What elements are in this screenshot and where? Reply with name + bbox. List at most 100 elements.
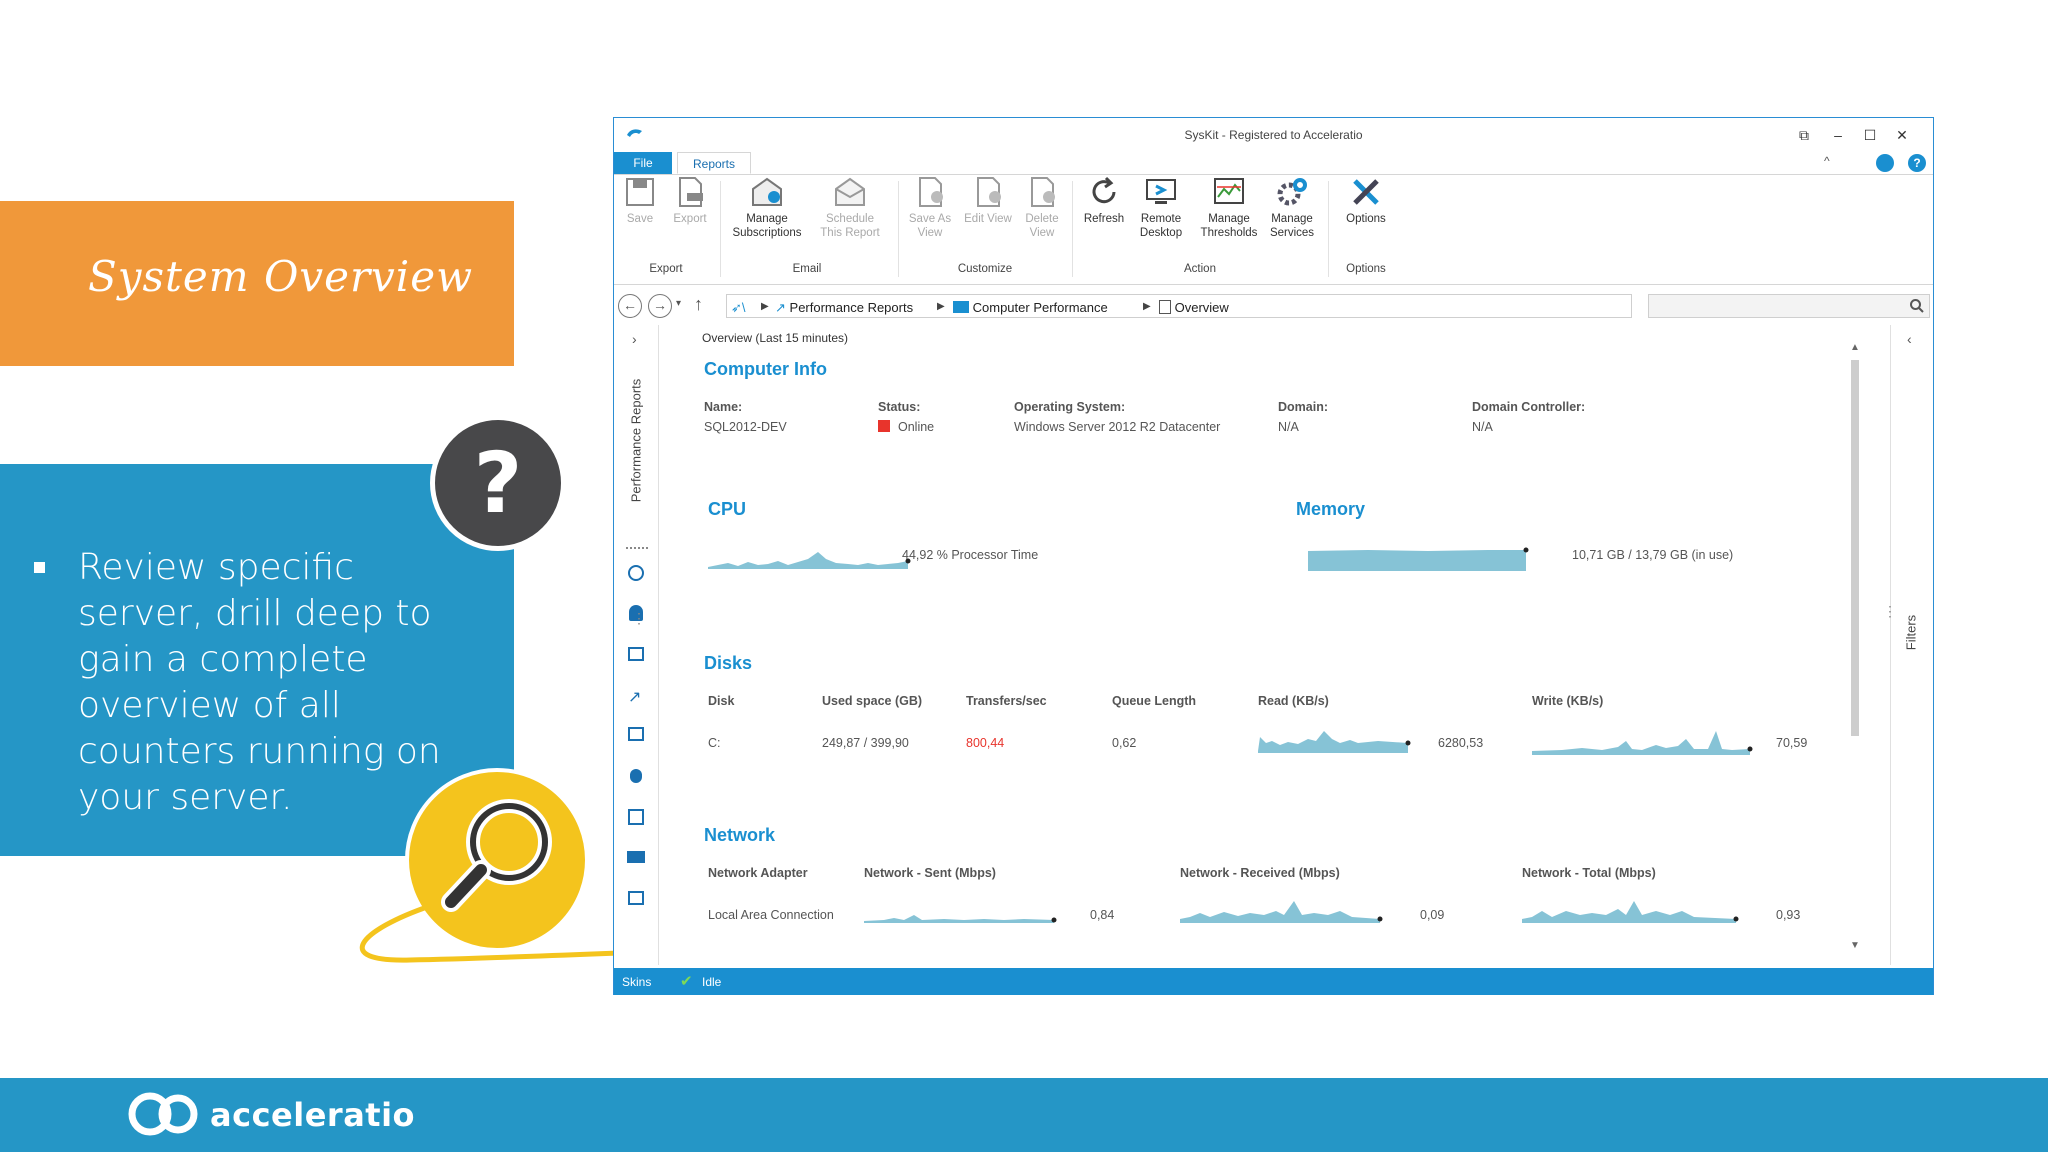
expand-panel-icon[interactable]: › [632,331,637,347]
remote-desktop-button[interactable]: Remote Desktop [1134,175,1188,240]
disk-header-queue: Queue Length [1112,694,1197,708]
restore-layout-icon[interactable]: ⧉ [1794,126,1814,144]
maximize-button[interactable]: ☐ [1860,126,1880,144]
disk-write-sparkline[interactable] [1532,725,1762,755]
window-title: SysKit - Registered to Acceleratio [1184,128,1363,142]
navigation-bar: ← → ▾ ↑ ➶\ ▶ ↗ Performance Reports ▶ Com… [614,289,1933,323]
drive-icon[interactable] [627,851,645,863]
history-dropdown-icon[interactable]: ▾ [676,298,681,309]
title-bar: SysKit - Registered to Acceleratio ⧉ – ☐… [614,118,1933,152]
refresh-icon [1092,176,1116,204]
network-sent-value: 0,84 [1090,908,1115,922]
network-icon[interactable] [628,891,644,905]
schedule-report-button[interactable]: Schedule This Report [814,175,886,240]
breadcrumb-root[interactable]: ➶\ [731,300,746,316]
up-button[interactable]: ↑ [694,294,703,315]
disk-header-read: Read (KB/s) [1258,694,1329,708]
breadcrumb-performance-reports[interactable]: ↗ Performance Reports [775,300,913,316]
edit-icon[interactable] [628,809,644,825]
folder-icon [953,301,969,313]
status-indicator-icon [878,420,890,432]
scroll-up-icon[interactable]: ▲ [1850,342,1860,353]
side-panel-label: Performance Reports [628,378,644,503]
filters-label[interactable]: Filters [1904,593,1919,673]
view-edit-icon [977,177,1001,207]
splitter-handle-icon[interactable]: ⋮ [1883,603,1897,620]
gauge-icon[interactable] [628,565,644,581]
group-export-label: Export [649,263,683,275]
network-received-sparkline[interactable] [1180,893,1400,923]
badge-icon[interactable] [630,769,642,783]
cpu-sparkline[interactable] [708,543,928,569]
question-mark-icon: ? [430,415,566,551]
export-button[interactable]: Export [670,175,710,226]
manage-subscriptions-button[interactable]: Manage Subscriptions [728,175,806,240]
chat-icon[interactable] [1876,154,1894,172]
minimize-button[interactable]: – [1828,126,1848,144]
save-button[interactable]: Save [622,175,658,226]
search-icon [1910,299,1924,313]
group-email-label: Email [792,263,822,275]
scroll-thumb[interactable] [1851,360,1859,736]
gears-icon [1277,178,1307,206]
disk-write-value: 70,59 [1776,736,1808,750]
network-sent-sparkline[interactable] [864,897,1064,923]
tab-reports[interactable]: Reports [677,152,751,174]
breadcrumb-separator-icon: ▶ [761,301,769,312]
back-button[interactable]: ← [618,294,642,318]
network-header-sent: Network - Sent (Mbps) [864,866,996,880]
ribbon-divider [614,284,1933,285]
skins-button[interactable]: Skins [622,975,651,989]
options-button[interactable]: Options [1336,175,1396,226]
disk-read-sparkline[interactable] [1258,725,1418,753]
window-icon[interactable] [628,647,644,661]
ribbon-separator [1072,181,1073,277]
memory-sparkline[interactable] [1308,545,1534,571]
forward-button[interactable]: → [648,294,672,318]
network-adapter-name: Local Area Connection [708,908,834,922]
acceleratio-logo-icon [128,1092,198,1136]
os-label: Operating System: [1014,400,1126,414]
search-input[interactable] [1648,294,1930,318]
breadcrumb-computer-performance[interactable]: Computer Performance [953,300,1108,315]
memory-title: Memory [1296,499,1366,519]
status-value: Online [898,420,935,434]
bullet-icon [34,562,45,573]
vertical-scrollbar[interactable]: ▲ ▼ [1848,342,1862,952]
computer-info-title: Computer Info [704,359,827,379]
close-button[interactable]: ✕ [1892,126,1912,144]
report-icon [1159,300,1171,314]
disk-header-transfers: Transfers/sec [966,694,1047,708]
manage-services-button[interactable]: Manage Services [1264,175,1320,240]
network-total-value: 0,93 [1776,908,1801,922]
collapse-ribbon-icon[interactable]: ^ [1824,154,1830,168]
refresh-button[interactable]: Refresh [1078,175,1130,226]
collapse-filters-icon[interactable]: ‹ [1907,331,1912,347]
breadcrumb-overview[interactable]: Overview [1159,300,1229,315]
help-icon[interactable]: ? [1908,154,1926,172]
thresholds-chart-icon [1214,178,1244,204]
delete-view-button[interactable]: Delete View [1020,175,1064,240]
ribbon-separator [1328,181,1329,277]
status-text: Idle [702,975,722,989]
manage-thresholds-button[interactable]: Manage Thresholds [1198,175,1260,240]
tab-file[interactable]: File [614,152,672,174]
network-total-sparkline[interactable] [1522,893,1752,923]
envelope-icon [835,177,865,206]
splitter-handle-icon[interactable]: ⋮ [632,610,646,627]
chart-icon[interactable]: ↗ [628,687,641,707]
group-options-label: Options [1346,263,1386,275]
status-bar: Skins ✔ Idle [614,968,1933,995]
scroll-down-icon[interactable]: ▼ [1850,940,1860,951]
ribbon-tabs: File Reports ^ ? [614,152,1933,175]
cpu-title: CPU [708,499,747,519]
disk-read-value: 6280,53 [1438,736,1484,750]
name-value: SQL2012-DEV [704,420,787,434]
breadcrumb: ➶\ ▶ ↗ Performance Reports ▶ Computer Pe… [726,294,1632,318]
view-delete-icon [1031,177,1055,207]
save-as-view-button[interactable]: Save As View [906,175,954,240]
ribbon-separator [898,181,899,277]
checkmark-icon: ✔ [680,973,693,990]
monitor-icon[interactable] [628,727,644,741]
edit-view-button[interactable]: Edit View [962,175,1014,226]
